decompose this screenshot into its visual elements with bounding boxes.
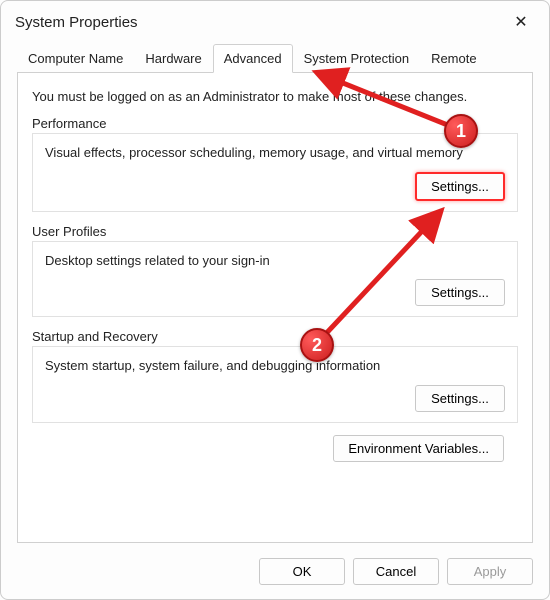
tab-system-protection[interactable]: System Protection — [293, 44, 421, 73]
user-profiles-desc: Desktop settings related to your sign-in — [45, 252, 505, 270]
performance-group: Performance Visual effects, processor sc… — [32, 116, 518, 212]
environment-variables-button[interactable]: Environment Variables... — [333, 435, 504, 462]
startup-recovery-desc: System startup, system failure, and debu… — [45, 357, 505, 375]
performance-box: Visual effects, processor scheduling, me… — [32, 133, 518, 212]
performance-settings-button[interactable]: Settings... — [415, 172, 505, 201]
startup-recovery-button-row: Settings... — [45, 385, 505, 412]
env-vars-row: Environment Variables... — [32, 435, 518, 462]
window-title: System Properties — [15, 14, 505, 31]
startup-recovery-box: System startup, system failure, and debu… — [32, 346, 518, 423]
tab-computer-name[interactable]: Computer Name — [17, 44, 134, 73]
startup-recovery-group: Startup and Recovery System startup, sys… — [32, 329, 518, 423]
tab-advanced[interactable]: Advanced — [213, 44, 293, 73]
user-profiles-title: User Profiles — [32, 224, 518, 239]
dialog-footer: OK Cancel Apply — [1, 548, 549, 599]
tab-remote[interactable]: Remote — [420, 44, 488, 73]
user-profiles-box: Desktop settings related to your sign-in… — [32, 241, 518, 318]
cancel-button[interactable]: Cancel — [353, 558, 439, 585]
startup-recovery-settings-button[interactable]: Settings... — [415, 385, 505, 412]
admin-warning-text: You must be logged on as an Administrato… — [32, 89, 518, 104]
startup-recovery-title: Startup and Recovery — [32, 329, 518, 344]
user-profiles-settings-button[interactable]: Settings... — [415, 279, 505, 306]
performance-title: Performance — [32, 116, 518, 131]
apply-button[interactable]: Apply — [447, 558, 533, 585]
tab-hardware[interactable]: Hardware — [134, 44, 212, 73]
performance-button-row: Settings... — [45, 172, 505, 201]
user-profiles-button-row: Settings... — [45, 279, 505, 306]
titlebar: System Properties ✕ — [1, 1, 549, 39]
tab-strip: Computer Name Hardware Advanced System P… — [17, 43, 533, 73]
tab-page-advanced: You must be logged on as an Administrato… — [17, 73, 533, 543]
close-icon[interactable]: ✕ — [505, 8, 537, 36]
performance-desc: Visual effects, processor scheduling, me… — [45, 144, 505, 162]
system-properties-window: System Properties ✕ Computer Name Hardwa… — [0, 0, 550, 600]
window-body: Computer Name Hardware Advanced System P… — [1, 39, 549, 548]
ok-button[interactable]: OK — [259, 558, 345, 585]
user-profiles-group: User Profiles Desktop settings related t… — [32, 224, 518, 318]
